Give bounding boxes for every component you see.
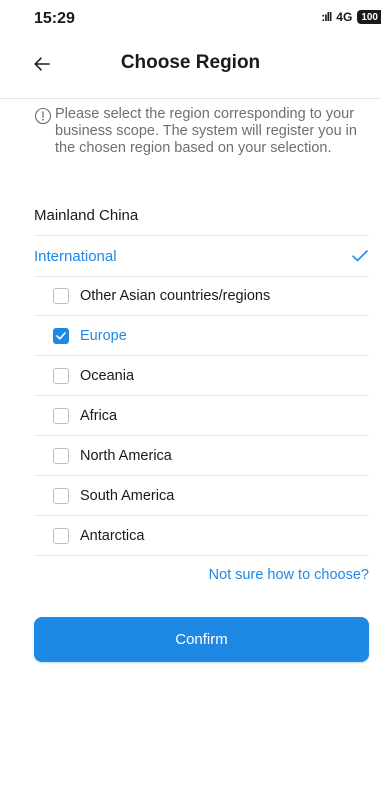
info-circle-icon xyxy=(34,107,52,125)
sub-region-label: North America xyxy=(80,447,172,464)
sub-region-label: Europe xyxy=(80,327,127,344)
sub-region-antarctica[interactable]: Antarctica xyxy=(34,516,369,556)
check-icon xyxy=(352,250,368,262)
checkbox[interactable] xyxy=(53,367,69,384)
region-option-mainland-china[interactable]: Mainland China xyxy=(34,195,369,236)
sub-region-europe[interactable]: Europe xyxy=(34,316,369,356)
region-label: Mainland China xyxy=(34,206,139,224)
checkbox[interactable] xyxy=(53,447,69,464)
checkmark-icon xyxy=(56,331,66,340)
header-divider xyxy=(0,98,381,99)
page-title: Choose Region xyxy=(120,52,261,73)
sub-region-label: South America xyxy=(80,487,175,504)
region-label: International xyxy=(34,247,117,265)
sub-region-north-america[interactable]: North America xyxy=(34,436,369,476)
signal-icon: :ıll xyxy=(321,10,332,24)
region-option-international[interactable]: International xyxy=(34,236,369,277)
sub-region-other-asian[interactable]: Other Asian countries/regions xyxy=(34,276,369,316)
checkbox[interactable] xyxy=(53,487,69,504)
network-type: 4G xyxy=(336,10,353,24)
checkbox[interactable] xyxy=(53,527,69,544)
sub-region-south-america[interactable]: South America xyxy=(34,476,369,516)
sub-region-list: Other Asian countries/regions Europe Oce… xyxy=(34,276,369,556)
status-bar: 15:29 :ıll 4G 100 xyxy=(0,0,381,40)
status-indicators: :ıll 4G 100 xyxy=(321,10,381,24)
sub-region-label: Other Asian countries/regions xyxy=(80,287,271,304)
checkbox[interactable] xyxy=(53,327,69,344)
checkbox[interactable] xyxy=(53,287,69,304)
checkbox[interactable] xyxy=(53,407,69,424)
battery-icon: 100 xyxy=(357,10,381,24)
notice-text: Please select the region corresponding t… xyxy=(55,106,357,156)
sub-region-oceania[interactable]: Oceania xyxy=(34,356,369,396)
sub-region-label: Africa xyxy=(80,407,118,424)
sub-region-label: Oceania xyxy=(80,367,135,384)
sub-region-africa[interactable]: Africa xyxy=(34,396,369,436)
sub-region-label: Antarctica xyxy=(80,527,145,544)
status-time: 15:29 xyxy=(34,10,75,27)
confirm-button[interactable]: Confirm xyxy=(34,617,369,662)
notice: Please select the region corresponding t… xyxy=(34,106,369,157)
nav-bar: Choose Region xyxy=(0,44,381,84)
help-link[interactable]: Not sure how to choose? xyxy=(209,567,369,583)
